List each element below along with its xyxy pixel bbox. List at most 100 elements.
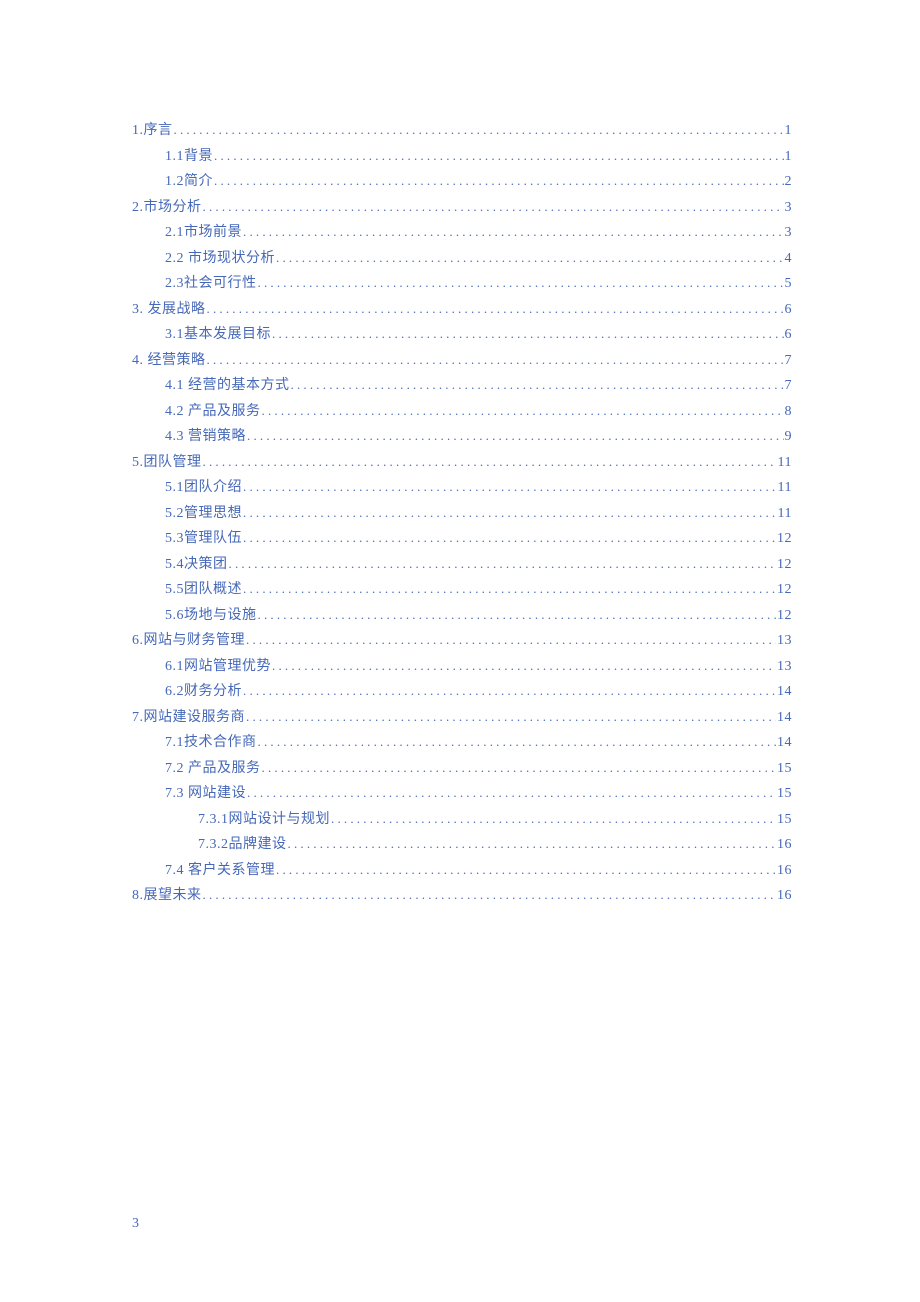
toc-entry-page: 2 [785, 170, 793, 195]
toc-entry-label: 5.团队管理 [132, 451, 202, 476]
toc-entry[interactable]: 7.1技术合作商14 [132, 730, 792, 756]
toc-entry-page: 7 [785, 374, 793, 399]
toc-entry-page: 11 [778, 451, 792, 476]
toc-leader-dots [246, 705, 776, 730]
toc-leader-dots [203, 883, 777, 908]
toc-entry-label: 2.市场分析 [132, 196, 202, 221]
toc-entry[interactable]: 4.3 营销策略 9 [132, 424, 792, 450]
toc-entry[interactable]: 2.3社会可行性5 [132, 271, 792, 297]
toc-leader-dots [174, 118, 784, 143]
toc-entry-page: 3 [785, 196, 793, 221]
toc-entry[interactable]: 5.4决策团12 [132, 552, 792, 578]
toc-leader-dots [243, 526, 776, 551]
toc-entry-page: 9 [785, 425, 793, 450]
toc-entry[interactable]: 2.1市场前景 3 [132, 220, 792, 246]
toc-entry-page: 6 [785, 298, 793, 323]
toc-entry-page: 12 [777, 527, 792, 552]
document-page: 1.序言11.1背景11.2简介22.市场分析32.1市场前景32.2 市场现状… [0, 0, 920, 909]
toc-leader-dots [258, 271, 784, 296]
toc-entry[interactable]: 3.1基本发展目标6 [132, 322, 792, 348]
toc-entry-label: 7.1技术合作商 [165, 731, 257, 756]
toc-entry-label: 4.2 产品及服务 [165, 400, 261, 425]
toc-entry-page: 6 [785, 323, 793, 348]
toc-entry[interactable]: 7.网站建设服务商 14 [132, 705, 792, 731]
toc-leader-dots [229, 552, 777, 577]
toc-entry[interactable]: 5.团队管理 11 [132, 450, 792, 476]
toc-leader-dots [247, 781, 776, 806]
toc-entry[interactable]: 7.4 客户关系管理16 [132, 858, 792, 884]
toc-entry-label: 1.2简介 [165, 170, 213, 195]
toc-leader-dots [243, 501, 777, 526]
toc-leader-dots [214, 144, 784, 169]
toc-leader-dots [203, 450, 777, 475]
toc-entry[interactable]: 6.网站与财务管理13 [132, 628, 792, 654]
toc-entry-label: 5.3管理队伍 [165, 527, 242, 552]
toc-entry-page: 1 [785, 119, 793, 144]
toc-entry-label: 7.4 客户关系管理 [165, 859, 275, 884]
toc-leader-dots [243, 475, 777, 500]
toc-entry-label: 8.展望未来 [132, 884, 202, 909]
toc-entry[interactable]: 4.2 产品及服务 8 [132, 399, 792, 425]
page-number: 3 [132, 1216, 139, 1232]
toc-leader-dots [207, 348, 784, 373]
toc-entry[interactable]: 2.市场分析 3 [132, 195, 792, 221]
toc-entry[interactable]: 1.序言 1 [132, 118, 792, 144]
toc-entry-page: 15 [777, 808, 792, 833]
toc-entry-label: 2.1市场前景 [165, 221, 242, 246]
toc-leader-dots [262, 756, 777, 781]
toc-leader-dots [276, 858, 776, 883]
toc-entry-page: 8 [785, 400, 793, 425]
toc-entry-page: 14 [777, 706, 792, 731]
toc-entry[interactable]: 1.2简介 2 [132, 169, 792, 195]
toc-entry-page: 4 [785, 247, 793, 272]
toc-leader-dots [276, 246, 784, 271]
toc-leader-dots [331, 807, 776, 832]
toc-entry-label: 7.网站建设服务商 [132, 706, 245, 731]
toc-entry-page: 5 [785, 272, 793, 297]
toc-entry[interactable]: 6.1网站管理优势13 [132, 654, 792, 680]
toc-leader-dots [247, 424, 784, 449]
toc-entry-label: 7.3.1网站设计与规划 [198, 808, 330, 833]
toc-entry[interactable]: 1.1背景 1 [132, 144, 792, 170]
toc-entry-page: 12 [777, 578, 792, 603]
toc-entry-page: 1 [785, 145, 793, 170]
toc-entry-page: 7 [785, 349, 793, 374]
toc-entry[interactable]: 5.1团队介绍11 [132, 475, 792, 501]
toc-entry[interactable]: 4.1 经营的基本方式7 [132, 373, 792, 399]
toc-leader-dots [207, 297, 784, 322]
toc-entry[interactable]: 2.2 市场现状分析 4 [132, 246, 792, 272]
toc-entry-label: 1.序言 [132, 119, 173, 144]
toc-entry[interactable]: 5.5团队概述 12 [132, 577, 792, 603]
toc-entry[interactable]: 7.2 产品及服务15 [132, 756, 792, 782]
toc-entry-page: 11 [778, 502, 792, 527]
toc-entry-page: 12 [777, 553, 792, 578]
toc-leader-dots [272, 322, 784, 347]
toc-entry-label: 4.3 营销策略 [165, 425, 246, 450]
toc-entry[interactable]: 5.6场地与设施 12 [132, 603, 792, 629]
toc-entry[interactable]: 6.2财务分析14 [132, 679, 792, 705]
toc-entry[interactable]: 7.3.1网站设计与规划 15 [132, 807, 792, 833]
toc-entry-label: 5.5团队概述 [165, 578, 242, 603]
toc-leader-dots [291, 373, 784, 398]
toc-entry-label: 6.网站与财务管理 [132, 629, 245, 654]
toc-leader-dots [243, 220, 784, 245]
toc-entry-page: 12 [777, 604, 792, 629]
toc-entry-page: 3 [785, 221, 793, 246]
toc-entry[interactable]: 5.3管理队伍 12 [132, 526, 792, 552]
toc-entry[interactable]: 4. 经营策略7 [132, 348, 792, 374]
toc-entry[interactable]: 8.展望未来16 [132, 883, 792, 909]
toc-entry-label: 2.2 市场现状分析 [165, 247, 275, 272]
toc-entry[interactable]: 7.3 网站建设15 [132, 781, 792, 807]
toc-leader-dots [243, 577, 776, 602]
toc-entry[interactable]: 7.3.2品牌建设16 [132, 832, 792, 858]
toc-entry-label: 7.3.2品牌建设 [198, 833, 287, 858]
toc-leader-dots [258, 603, 777, 628]
toc-entry-label: 1.1背景 [165, 145, 213, 170]
toc-entry-label: 6.1网站管理优势 [165, 655, 271, 680]
table-of-contents: 1.序言11.1背景11.2简介22.市场分析32.1市场前景32.2 市场现状… [132, 118, 792, 909]
toc-entry[interactable]: 5.2管理思想 11 [132, 501, 792, 527]
toc-leader-dots [203, 195, 784, 220]
toc-entry[interactable]: 3. 发展战略6 [132, 297, 792, 323]
toc-entry-label: 5.6场地与设施 [165, 604, 257, 629]
toc-entry-label: 5.2管理思想 [165, 502, 242, 527]
